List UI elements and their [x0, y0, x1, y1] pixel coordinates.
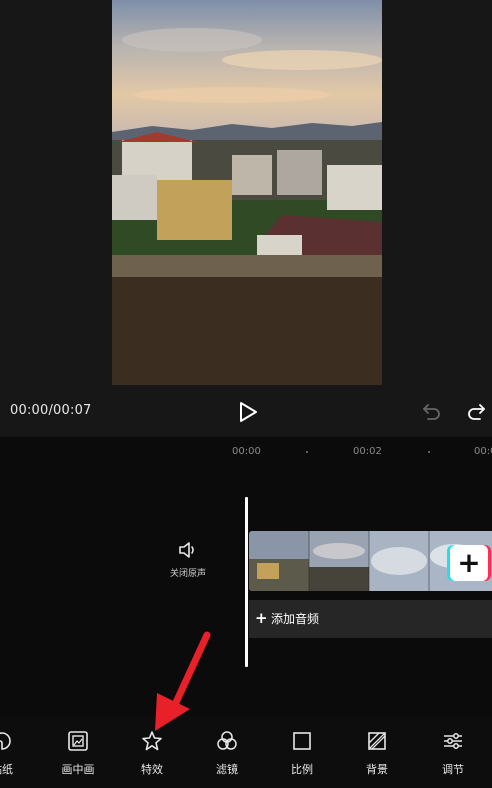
video-preview[interactable]	[112, 0, 382, 385]
play-icon[interactable]	[236, 400, 260, 424]
background-icon	[368, 732, 386, 750]
mute-label: 关闭原声	[169, 569, 206, 579]
tool-label: 比例	[291, 763, 313, 776]
adjust-icon	[444, 733, 462, 749]
plus-icon: +	[457, 546, 481, 579]
add-clip-button[interactable]: +	[450, 545, 488, 581]
preview-area: 00:00/00:07	[0, 0, 492, 437]
ratio-icon	[293, 732, 311, 750]
ruler-label-end: 00:0	[474, 446, 492, 457]
tool-ratio[interactable]: 比例	[272, 729, 332, 777]
video-frame-image	[112, 0, 382, 385]
undo-icon[interactable]	[420, 400, 442, 422]
ruler-label-mid: 00:02	[353, 446, 382, 457]
tool-background[interactable]: 背景	[347, 729, 407, 777]
mute-original-sound-button[interactable]: 关闭原声	[162, 540, 214, 579]
ruler-label-start: 00:00	[232, 446, 261, 457]
tool-picture-in-picture[interactable]: 画中画	[48, 729, 108, 777]
add-audio-label: 添加音频	[271, 612, 320, 626]
redo-icon[interactable]	[466, 400, 488, 422]
tool-label: 调节	[442, 763, 464, 776]
playhead[interactable]	[245, 497, 248, 667]
tool-label: 滤镜	[216, 763, 238, 776]
picture-in-picture-icon	[68, 731, 88, 751]
tool-label: 特效	[141, 763, 163, 776]
ruler-dot	[306, 451, 308, 453]
sticker-icon	[0, 732, 11, 750]
tool-sticker[interactable]: 贴纸	[0, 729, 32, 777]
add-audio-plus-icon: +	[255, 609, 268, 627]
tool-label: 贴纸	[0, 763, 13, 776]
add-audio-track[interactable]: + 添加音频	[249, 600, 492, 638]
playback-time: 00:00/00:07	[10, 403, 92, 418]
tool-label: 背景	[366, 763, 388, 776]
tool-adjust[interactable]: 调节	[423, 729, 483, 777]
tool-label: 画中画	[61, 763, 95, 776]
bottom-toolbar: 贴纸 画中画 特效 滤镜 比例	[0, 715, 492, 788]
annotation-arrow-icon	[155, 631, 211, 731]
speaker-icon	[179, 542, 194, 558]
ruler-dot	[428, 451, 430, 453]
